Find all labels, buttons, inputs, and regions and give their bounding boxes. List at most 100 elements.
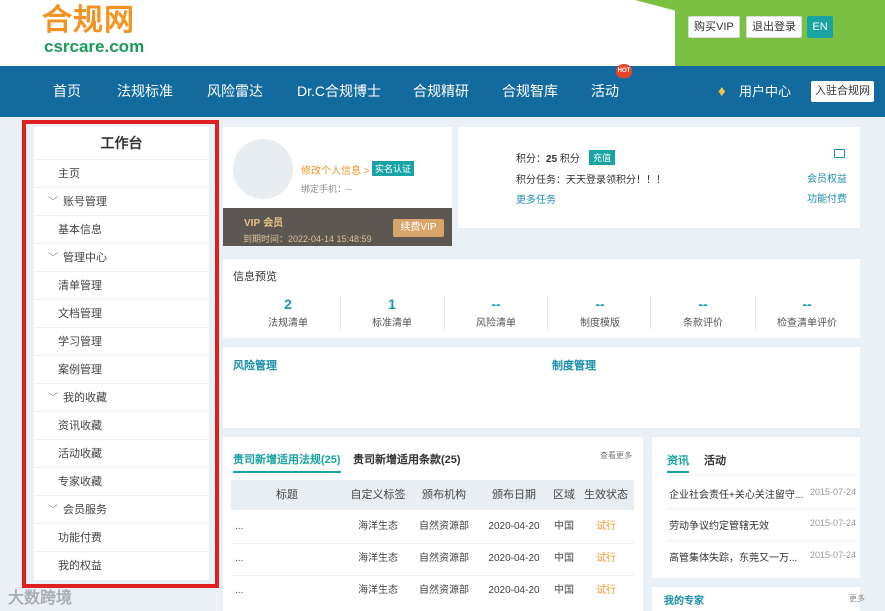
points-info: 积分：25 积分 <box>516 150 580 165</box>
news-item-date: 2015-07-24 <box>810 518 857 528</box>
table-cell-agency: 自然资源部 <box>419 521 469 532</box>
stat-divider <box>547 296 548 330</box>
table-cell-region: 中国 <box>554 553 574 564</box>
logout-button[interactable]: 退出登录 <box>746 16 802 38</box>
recharge-button[interactable]: 充值 <box>589 150 616 165</box>
vip-label: VIP 会员 <box>244 214 283 229</box>
table-cell-date: 2020-04-20 <box>488 585 540 596</box>
news-divider <box>667 540 857 541</box>
nav-regulations[interactable]: 法规标准 <box>117 66 173 117</box>
stat-label: 检查清单评价 <box>777 318 837 329</box>
table-cell-date: 2020-04-20 <box>488 553 540 564</box>
table-cell-status: 试行 <box>596 585 616 596</box>
table-cell-title[interactable]: ... <box>235 511 335 543</box>
member-rights-link[interactable]: 会员权益 <box>807 170 847 185</box>
nav-think-tank[interactable]: 合规智库 <box>502 66 558 117</box>
avatar[interactable] <box>233 139 293 199</box>
table-cell-title[interactable]: ... <box>235 543 335 575</box>
table-cell-region: 中国 <box>554 585 574 596</box>
watermark: 大数跨境 <box>8 590 73 607</box>
news-item-title[interactable]: 企业社会责任+关心关注留守... <box>669 486 809 501</box>
table-cell-date: 2020-04-20 <box>488 521 540 532</box>
stat-number: 2 <box>284 296 292 312</box>
stat-number: -- <box>595 296 605 312</box>
points-value: 25 <box>546 154 558 165</box>
table-cell-status: 试行 <box>596 553 616 564</box>
points-unit: 积分 <box>559 154 580 165</box>
logo-cn: 合规网 <box>42 3 135 38</box>
stat-number: -- <box>698 296 708 312</box>
language-button[interactable]: EN <box>807 16 833 38</box>
stat-divider <box>755 296 756 330</box>
top-header: 合规网 csrcare.com 购买VIP 退出登录 EN <box>0 0 885 66</box>
vip-expire-text: 到期时间：2022-04-14 15:48:59 <box>243 234 372 244</box>
points-task-text: 积分任务：天天登录领积分！！！ <box>516 175 666 186</box>
site-logo[interactable]: 合规网 csrcare.com <box>42 4 144 56</box>
stat-label: 制度模版 <box>580 318 620 329</box>
diamond-icon: ♦ <box>718 83 726 100</box>
table-cell-title[interactable]: ... <box>235 575 335 607</box>
buy-vip-button[interactable]: 购买VIP <box>688 16 740 38</box>
user-center-link[interactable]: 用户中心 <box>739 66 791 117</box>
hot-badge: HOT <box>616 64 632 78</box>
more-link[interactable]: 更多 <box>849 593 865 604</box>
stat-standard-list[interactable]: 1 标准清单 <box>342 296 442 329</box>
tab-news[interactable]: 资讯 <box>667 452 689 473</box>
view-more-link[interactable]: 查看更多 <box>600 450 632 461</box>
edit-profile-link[interactable]: 修改个人信息 > <box>301 162 370 177</box>
renew-vip-button[interactable]: 续费VIP <box>393 219 444 237</box>
stat-checklist-evaluation[interactable]: -- 检查清单评价 <box>757 296 857 329</box>
table-cell-status: 试行 <box>596 521 616 532</box>
nav-activities[interactable]: 活动 <box>591 66 619 117</box>
stat-regulation-list[interactable]: 2 法规清单 <box>238 296 338 329</box>
management-panel <box>223 347 860 428</box>
column-header: 颁布日期 <box>492 489 536 501</box>
join-button[interactable]: 入驻合规网 <box>811 81 874 102</box>
highlight-frame <box>22 120 219 588</box>
column-header: 区域 <box>553 489 575 501</box>
news-item-title[interactable]: 高管集体失踪，东莞又一万... <box>669 549 809 564</box>
nav-risk-radar[interactable]: 风险雷达 <box>207 66 263 117</box>
nav-compliance-research[interactable]: 合规精研 <box>413 66 469 117</box>
my-expert-title[interactable]: 我的专家 <box>664 592 704 607</box>
table-cell-agency: 自然资源部 <box>419 553 469 564</box>
vip-text: VIP <box>244 218 261 229</box>
news-divider <box>667 475 857 476</box>
risk-management-title[interactable]: 风险管理 <box>233 357 277 373</box>
column-header: 自定义标签 <box>350 489 406 501</box>
stat-divider <box>650 296 651 330</box>
tab-new-clauses[interactable]: 贵司新增适用条款(25) <box>353 451 461 467</box>
stat-system-template[interactable]: -- 制度模版 <box>550 296 650 329</box>
stat-number: -- <box>491 296 501 312</box>
table-cell-agency: 自然资源部 <box>419 585 469 596</box>
logo-en: csrcare.com <box>44 37 145 56</box>
more-tasks-link[interactable]: 更多任务 <box>516 191 556 206</box>
stat-label: 标准清单 <box>372 318 412 329</box>
column-header: 生效状态 <box>584 489 628 501</box>
stat-clause-evaluation[interactable]: -- 条款评价 <box>653 296 753 329</box>
news-item-date: 2015-07-24 <box>810 487 857 497</box>
stat-divider <box>444 296 445 330</box>
table-cell-tag: 海洋生态 <box>358 585 398 596</box>
stat-risk-list[interactable]: -- 风险清单 <box>446 296 546 329</box>
paid-features-link[interactable]: 功能付费 <box>807 190 847 205</box>
stat-label: 风险清单 <box>476 318 516 329</box>
points-label: 积分： <box>516 154 546 165</box>
real-name-auth-badge[interactable]: 实名认证 <box>372 161 415 176</box>
stat-divider <box>340 296 341 330</box>
news-item-date: 2015-07-24 <box>810 550 857 560</box>
stat-number: 1 <box>388 296 396 312</box>
stat-label: 条款评价 <box>683 318 723 329</box>
message-icon[interactable] <box>834 149 845 158</box>
nav-dr-c[interactable]: Dr.C合规博士 <box>297 66 381 117</box>
table-cell-tag: 海洋生态 <box>358 553 398 564</box>
column-header: 标题 <box>276 489 298 501</box>
tab-new-regulations[interactable]: 贵司新增适用法规(25) <box>233 451 341 473</box>
system-management-title[interactable]: 制度管理 <box>552 357 596 373</box>
tab-activities[interactable]: 活动 <box>704 452 726 468</box>
column-header: 颁布机构 <box>422 489 466 501</box>
news-item-title[interactable]: 劳动争议约定管辖无效 <box>669 517 809 532</box>
table-cell-tag: 海洋生态 <box>358 521 398 532</box>
nav-home[interactable]: 首页 <box>53 66 81 117</box>
bind-phone-text: 绑定手机：-- <box>301 184 352 194</box>
